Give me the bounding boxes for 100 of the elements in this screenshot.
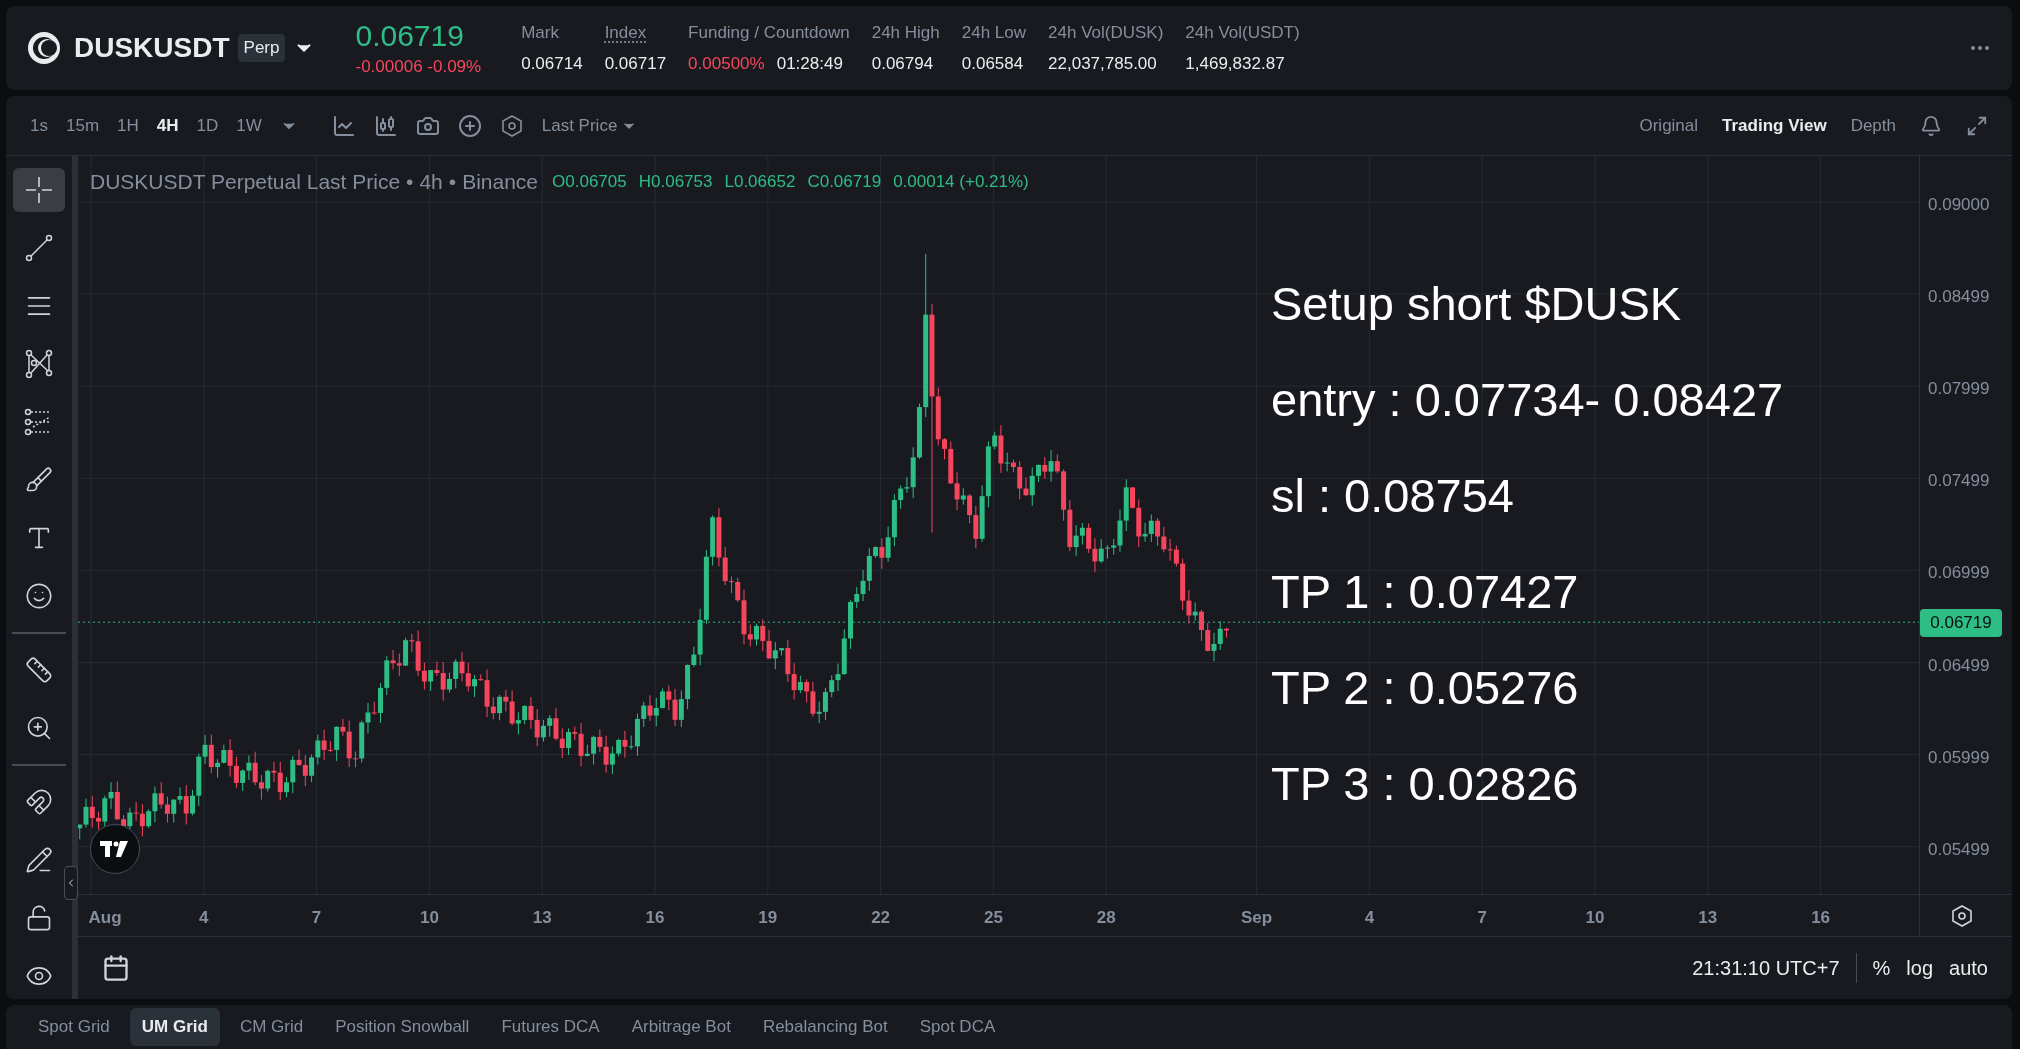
- time-tick: 4: [199, 907, 209, 929]
- magnet-icon[interactable]: [25, 788, 53, 816]
- stat-value: 01:28:49: [776, 53, 843, 75]
- time-tick: 10: [1585, 907, 1605, 929]
- stat-label: 24h Vol(USDT): [1185, 21, 1300, 44]
- view-tab[interactable]: Depth: [1850, 112, 1896, 139]
- price-tick: 0.08499: [1928, 286, 1990, 309]
- legend-text: DUSKUSDT Perpetual Last Price: [90, 169, 401, 195]
- time-tick: 16: [1811, 907, 1831, 929]
- perp-badge: Perp: [237, 34, 286, 62]
- time-tick: 28: [1096, 907, 1116, 929]
- interval-tab[interactable]: 1H: [117, 112, 139, 139]
- crosshair-icon[interactable]: [24, 175, 54, 205]
- interval-tab[interactable]: 15m: [65, 112, 100, 139]
- bot-tab[interactable]: Rebalancing Bot: [750, 1008, 900, 1046]
- time-tick: 7: [311, 907, 322, 929]
- stat-label: Mark: [521, 21, 560, 44]
- view-tab[interactable]: Original: [1639, 112, 1699, 139]
- price-type-dropdown[interactable]: Last Price: [541, 112, 638, 139]
- view-tab[interactable]: Trading View: [1722, 112, 1827, 139]
- time-tick: 13: [532, 907, 552, 929]
- stat-value: 0.06714: [521, 53, 583, 75]
- price-tick: 0.07499: [1928, 470, 1990, 493]
- unlock-icon[interactable]: [25, 904, 53, 932]
- stat-label: 24h Vol(DUSK): [1048, 21, 1164, 44]
- annotation-text: TP 1 : 0.07427: [1271, 566, 1580, 618]
- price-tick: 0.06999: [1928, 562, 1990, 585]
- legend-text: •: [406, 169, 414, 195]
- scale-option[interactable]: log: [1906, 953, 1934, 983]
- time-tick: 4: [1364, 907, 1375, 929]
- stat-value: 0.06717: [604, 53, 667, 75]
- stat-value: 0.06794: [871, 53, 934, 75]
- time-tick: Aug: [88, 907, 122, 929]
- stat-value: 1,469,832.87: [1185, 53, 1285, 75]
- trend-line-icon[interactable]: [24, 233, 54, 263]
- go-to-date-icon[interactable]: [102, 954, 130, 982]
- bot-tab[interactable]: Futures DCA: [489, 1008, 612, 1046]
- legend-text: 4h: [419, 169, 443, 195]
- bot-tab[interactable]: Spot Grid: [26, 1008, 122, 1046]
- legend-value: O0.06705: [552, 171, 627, 193]
- interval-tab[interactable]: 1s: [30, 112, 48, 139]
- smiley-icon[interactable]: [25, 582, 53, 610]
- bot-tab[interactable]: Arbitrage Bot: [619, 1008, 743, 1046]
- pencil-icon[interactable]: [25, 846, 53, 874]
- time-tick: 19: [758, 907, 778, 929]
- annotation-text: TP 3 : 0.02826: [1271, 758, 1580, 810]
- time-tick: 7: [1477, 907, 1487, 929]
- symbol-name: DUSKUSDT: [74, 31, 230, 65]
- tool-button[interactable]: [13, 168, 65, 212]
- zoom-in-icon[interactable]: [25, 714, 53, 742]
- price-tick: 0.07999: [1928, 378, 1990, 401]
- settings-icon[interactable]: [499, 113, 524, 138]
- bot-tab[interactable]: UM Grid: [129, 1008, 220, 1046]
- stat-label: Funding / Countdown: [688, 21, 850, 44]
- fullscreen-icon[interactable]: [1966, 114, 1988, 137]
- stat-value: 22,037,785.00: [1048, 53, 1157, 75]
- time-tick: 16: [645, 907, 665, 929]
- price-tick: 0.09000: [1928, 194, 1990, 216]
- bot-tab[interactable]: Spot DCA: [907, 1008, 1008, 1046]
- bot-tab[interactable]: CM Grid: [227, 1008, 316, 1046]
- annotation-text: entry : 0.07734- 0.08427: [1271, 374, 1784, 426]
- annotation-text: TP 2 : 0.05276: [1271, 662, 1580, 714]
- bot-tab[interactable]: Position Snowball: [323, 1008, 482, 1046]
- annotation-text: Setup short $DUSK: [1271, 278, 1683, 330]
- scale-option[interactable]: auto: [1949, 953, 1988, 983]
- stat-value: 0.06584: [961, 53, 1024, 75]
- price-tick: 0.06499: [1928, 654, 1990, 677]
- indicator-icon[interactable]: [331, 113, 356, 138]
- price-tick: 0.05499: [1928, 838, 1990, 861]
- coin-logo-icon: [26, 30, 62, 66]
- ruler-icon[interactable]: [25, 656, 53, 684]
- bell-icon[interactable]: [1920, 114, 1942, 137]
- stat-value: 0.00500%: [688, 53, 765, 75]
- last-price: 0.06719: [355, 17, 465, 54]
- stat-label: Index: [604, 21, 648, 44]
- collapse-handle[interactable]: [64, 866, 78, 900]
- time-tick: Sep: [1241, 907, 1273, 929]
- interval-tab[interactable]: 4H: [156, 112, 179, 139]
- settings-icon[interactable]: [1950, 903, 1974, 928]
- brush-icon[interactable]: [25, 466, 53, 494]
- time-tick: 10: [419, 907, 439, 929]
- clock-time: 21:31:10 UTC+7: [1692, 953, 1857, 983]
- legend-text: Binance: [462, 169, 539, 195]
- time-tick: 22: [871, 907, 891, 929]
- annotation-text: sl : 0.08754: [1271, 470, 1515, 522]
- interval-tab[interactable]: 1W: [236, 112, 262, 139]
- stat-label: 24h Low: [961, 21, 1027, 44]
- current-price-label: 0.06719: [1920, 609, 2002, 637]
- interval-tab[interactable]: 1D: [196, 112, 219, 139]
- scale-option[interactable]: %: [1872, 953, 1891, 983]
- candles-icon[interactable]: [373, 113, 398, 138]
- pattern-icon[interactable]: [24, 349, 54, 379]
- time-tick: 25: [983, 907, 1003, 929]
- price-change: -0.00006 -0.09%: [355, 56, 482, 78]
- legend-value: L0.06652: [724, 171, 796, 193]
- legend-value: C0.06719: [807, 171, 882, 193]
- stat-label: 24h High: [871, 21, 940, 44]
- time-tick: 13: [1698, 907, 1718, 929]
- add-icon[interactable]: [457, 113, 482, 138]
- legend-text: •: [448, 169, 457, 195]
